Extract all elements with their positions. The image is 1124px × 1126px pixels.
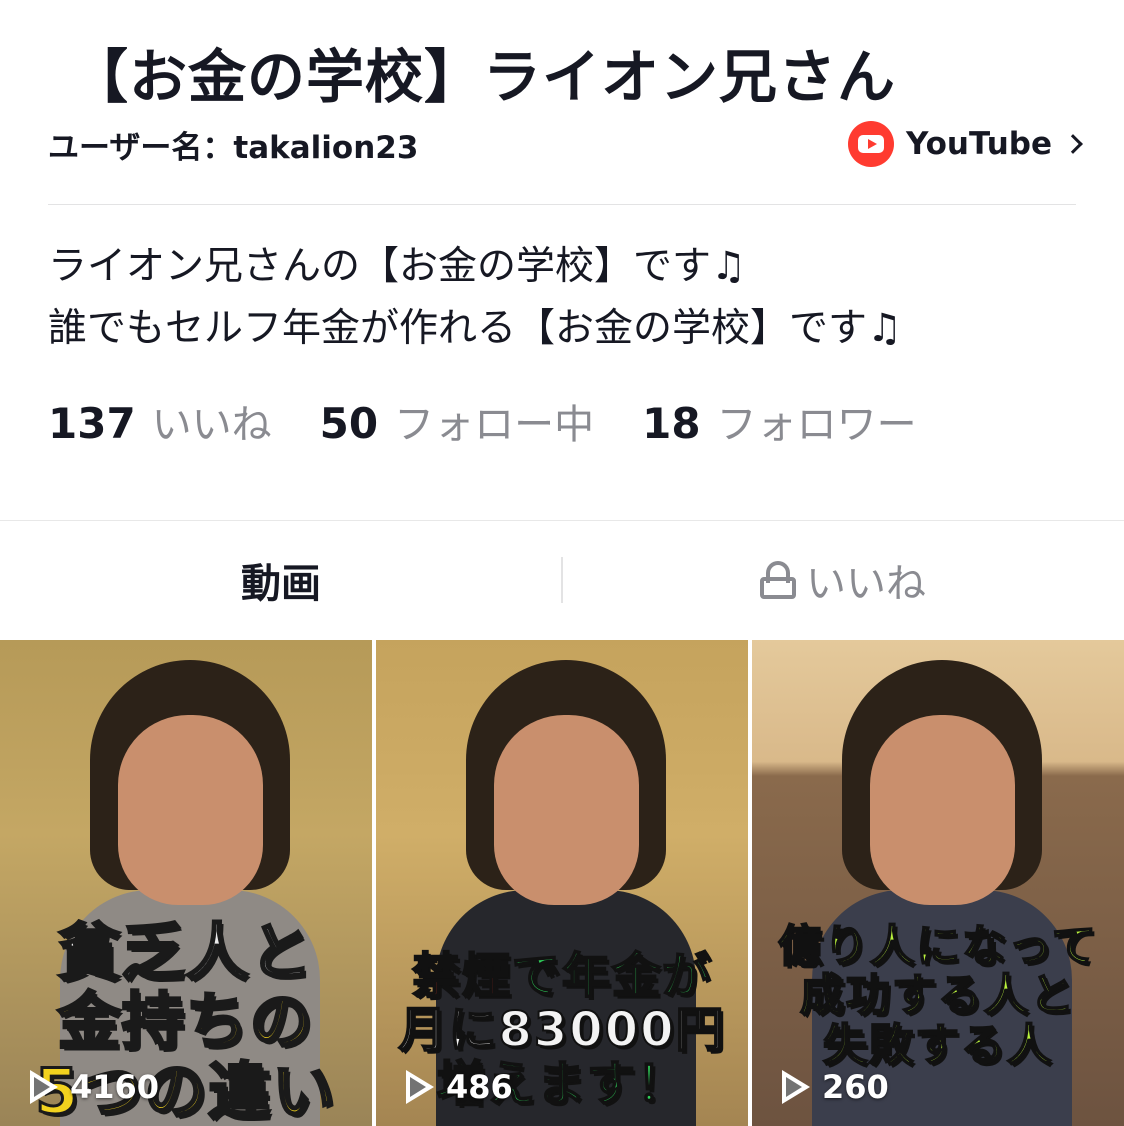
likes-count[interactable]: 137 — [48, 399, 136, 448]
stats-row: 137 いいね 50 フォロー中 18 フォロワー — [48, 392, 965, 450]
video-thumbnail[interactable]: 億り人になって 成功する人と 失敗する人 260 — [752, 640, 1124, 1126]
video-thumbnail[interactable]: 禁煙で年金が 月に83000円 増えます！ 486 — [376, 640, 748, 1126]
tab-videos[interactable]: 動画 — [0, 521, 562, 638]
play-icon — [30, 1070, 58, 1104]
likes-label[interactable]: いいね — [152, 392, 272, 450]
username: ユーザー名：takalion23 — [48, 129, 419, 166]
video-grid: 貧乏人と 金持ちの 5つの違い 4160 禁煙で年金が 月に83000円 増えま… — [0, 640, 1124, 1126]
divider — [48, 204, 1076, 205]
profile-title: 【お金の学校】ライオン兄さん — [70, 43, 897, 111]
followers-count[interactable]: 18 — [642, 399, 700, 448]
lock-icon — [760, 560, 796, 599]
tab-likes[interactable]: いいね — [562, 521, 1124, 638]
video-thumbnail[interactable]: 貧乏人と 金持ちの 5つの違い 4160 — [0, 640, 372, 1126]
play-count: 486 — [406, 1068, 513, 1106]
youtube-link[interactable]: YouTube — [848, 121, 1083, 167]
following-count[interactable]: 50 — [320, 399, 378, 448]
followers-label[interactable]: フォロワー — [717, 392, 917, 450]
play-icon — [406, 1070, 434, 1104]
username-row: ユーザー名：takalion23 YouTube — [48, 121, 1083, 167]
content-tabs: 動画 いいね — [0, 521, 1124, 638]
bio-line: 誰でもセルフ年金が作れる【お金の学校】です♫ — [48, 306, 902, 351]
thumbnail-caption: 億り人になって 成功する人と 失敗する人 — [777, 921, 1098, 1071]
youtube-label: YouTube — [906, 126, 1052, 162]
bio: ライオン兄さんの【お金の学校】です♫ 誰でもセルフ年金が作れる【お金の学校】です… — [48, 236, 902, 360]
play-count: 4160 — [30, 1068, 159, 1106]
youtube-icon — [848, 121, 894, 167]
play-count: 260 — [782, 1068, 889, 1106]
following-label[interactable]: フォロー中 — [394, 392, 594, 450]
tab-divider — [561, 557, 563, 603]
bio-line: ライオン兄さんの【お金の学校】です♫ — [48, 244, 746, 289]
chevron-right-icon — [1063, 134, 1083, 154]
tab-videos-label: 動画 — [241, 560, 321, 607]
tab-likes-label: いいね — [806, 560, 926, 607]
play-icon — [782, 1070, 810, 1104]
